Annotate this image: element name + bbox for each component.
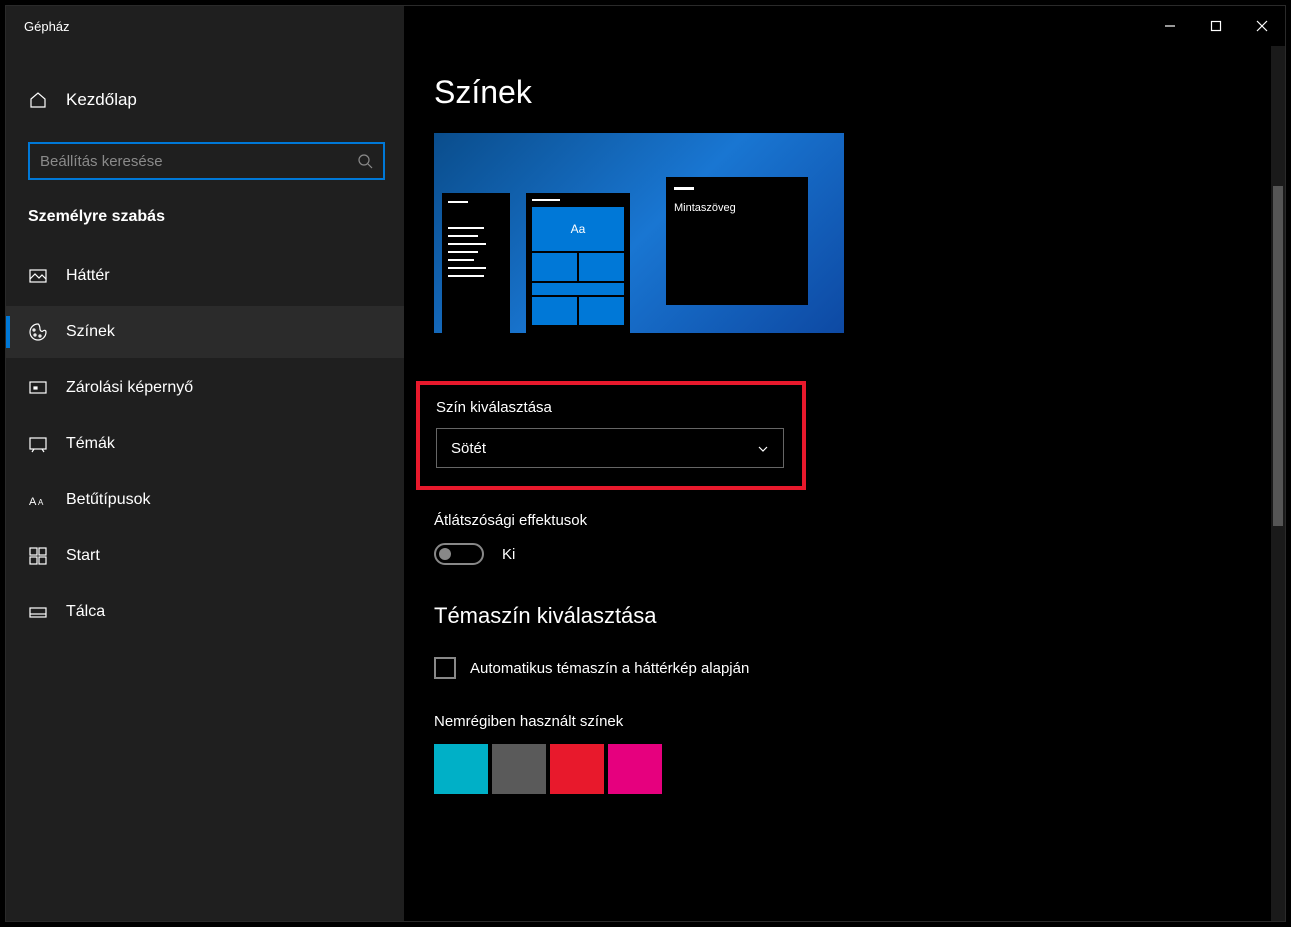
start-icon [28,546,48,566]
toggle-knob [439,548,451,560]
color-swatch[interactable] [434,744,488,794]
preview-sample-text: Mintaszöveg [674,202,800,214]
search-input[interactable] [40,153,357,170]
highlighted-section: Szín kiválasztása Sötét [416,381,806,490]
titlebar: Gépház [6,6,1285,46]
sidebar-item-start[interactable]: Start [6,530,404,582]
preview-start-menu [442,193,510,333]
scrollbar-thumb[interactable] [1273,186,1283,526]
maximize-button[interactable] [1193,6,1239,46]
toggle-state-label: Ki [502,546,515,563]
recent-colors-row [434,744,1285,794]
sidebar-item-fonts[interactable]: AA Betűtípusok [6,474,404,526]
nav-label: Színek [66,323,115,341]
sidebar-item-taskbar[interactable]: Tálca [6,586,404,638]
nav-label: Témák [66,435,115,453]
auto-accent-label: Automatikus témaszín a háttérkép alapján [470,660,749,677]
color-preview: Aa Mintaszöveg [434,133,844,347]
settings-window: Gépház Kezdőlap [5,5,1286,922]
preview-window: Mintaszöveg [666,177,808,305]
palette-icon [28,322,48,342]
themes-icon [28,434,48,454]
svg-text:A: A [29,496,37,508]
sidebar-item-colors[interactable]: Színek [6,306,404,358]
picture-icon [28,266,48,286]
sidebar-item-lockscreen[interactable]: Zárolási képernyő [6,362,404,414]
auto-accent-checkbox[interactable] [434,657,456,679]
taskbar-icon [28,602,48,622]
color-swatch[interactable] [550,744,604,794]
fonts-icon: AA [28,490,48,510]
preview-tile-aa: Aa [532,207,624,251]
search-wrap [6,124,404,198]
color-select-label: Szín kiválasztása [436,399,786,416]
search-icon [357,153,373,169]
transparency-toggle[interactable] [434,543,484,565]
lockscreen-icon [28,378,48,398]
close-button[interactable] [1239,6,1285,46]
nav-label: Tálca [66,603,105,621]
minimize-button[interactable] [1147,6,1193,46]
preview-tiles: Aa [526,193,630,333]
minimize-icon [1164,20,1176,32]
maximize-icon [1210,20,1222,32]
close-icon [1256,20,1268,32]
svg-text:A: A [38,498,44,507]
color-swatch[interactable] [608,744,662,794]
content-area: Színek Aa [404,46,1285,921]
nav-label: Zárolási képernyő [66,379,193,397]
transparency-label: Átlátszósági effektusok [434,512,1285,529]
page-title: Színek [434,74,1285,111]
transparency-toggle-row: Ki [434,543,1285,565]
window-controls [404,6,1285,46]
window-title: Gépház [6,6,404,46]
scrollbar[interactable] [1271,46,1285,921]
dropdown-value: Sötét [451,440,486,457]
color-mode-dropdown[interactable]: Sötét [436,428,784,468]
auto-accent-row: Automatikus témaszín a háttérkép alapján [434,657,1285,679]
category-header: Személyre szabás [6,198,404,246]
sidebar: Kezdőlap Személyre szabás Háttér Színek [6,46,404,921]
home-link[interactable]: Kezdőlap [6,76,404,124]
home-icon [28,90,48,110]
home-label: Kezdőlap [66,90,137,110]
nav-label: Start [66,547,100,565]
chevron-down-icon [757,442,769,454]
search-box[interactable] [28,142,385,180]
body-area: Kezdőlap Személyre szabás Háttér Színek [6,46,1285,921]
sidebar-item-background[interactable]: Háttér [6,250,404,302]
nav-label: Háttér [66,267,110,285]
recent-colors-label: Nemrégiben használt színek [434,713,1285,730]
nav-label: Betűtípusok [66,491,151,509]
sidebar-item-themes[interactable]: Témák [6,418,404,470]
accent-heading: Témaszín kiválasztása [434,603,1285,629]
color-swatch[interactable] [492,744,546,794]
